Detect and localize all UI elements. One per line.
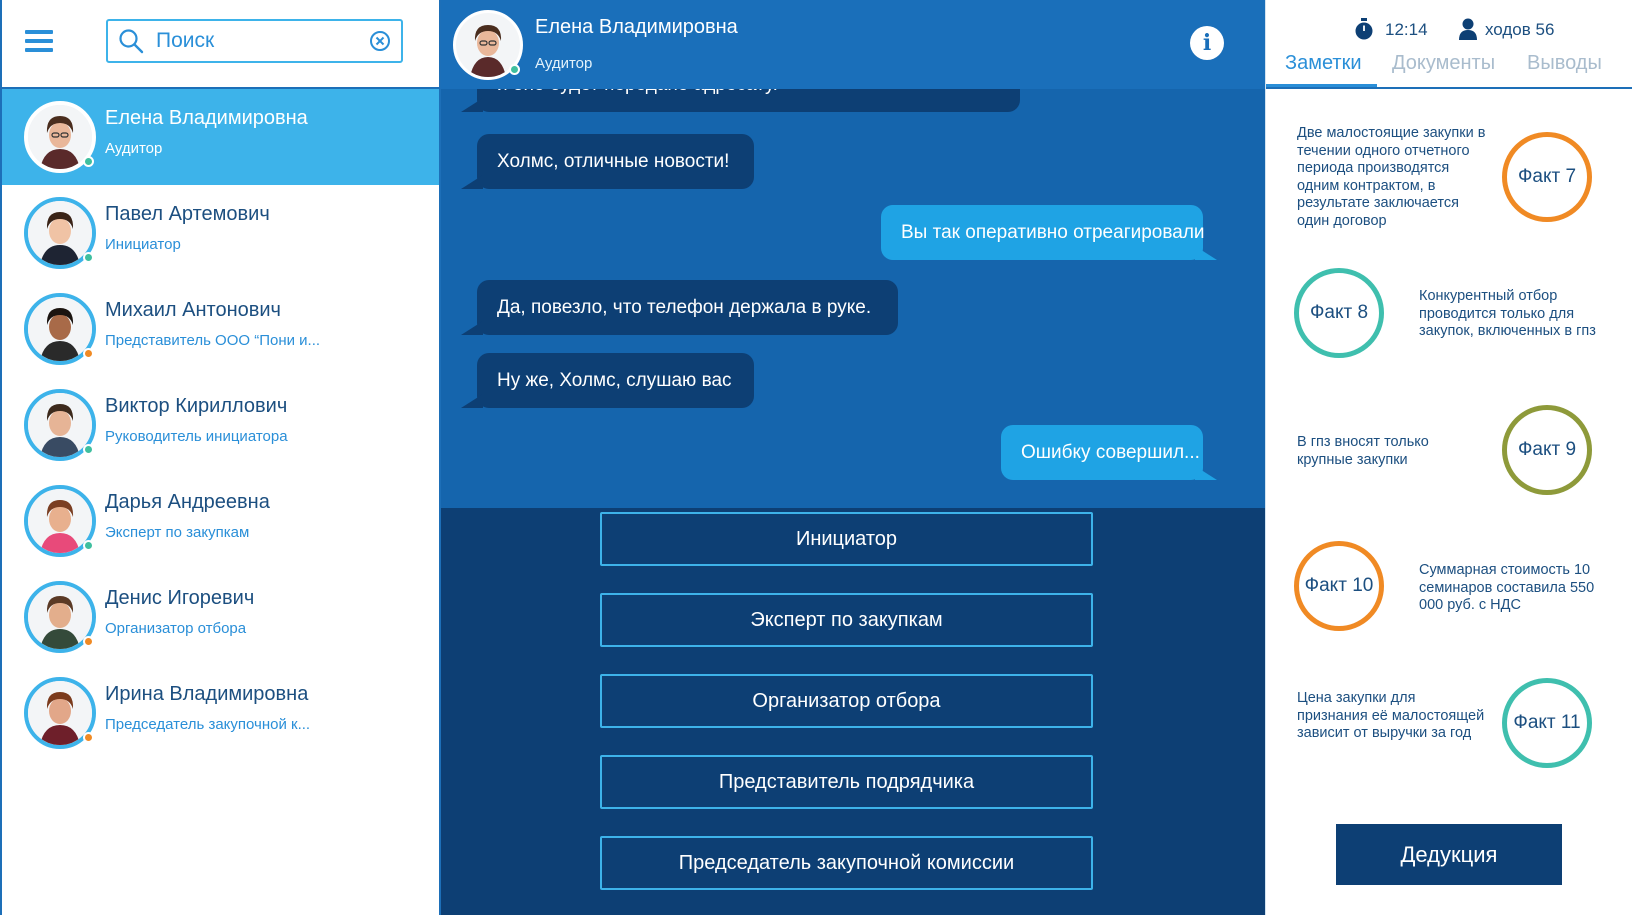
contact-name: Дарья Андреевна xyxy=(105,491,270,513)
status-dot xyxy=(83,636,94,647)
contact-item[interactable]: Павел Артемович Инициатор xyxy=(2,185,439,281)
contact-item[interactable]: Дарья Андреевна Эксперт по закупкам xyxy=(2,473,439,569)
fact-badge[interactable]: Факт 10 xyxy=(1294,541,1384,631)
avatar xyxy=(24,581,96,653)
contact-item[interactable]: Ирина Владимировна Председатель закупочн… xyxy=(2,665,439,761)
contact-item[interactable]: Денис Игоревич Организатор отбора xyxy=(2,569,439,665)
search-box[interactable] xyxy=(106,19,403,63)
notes-panel: 12:14 ходов 56 Заметки Документы Выводы … xyxy=(1265,0,1632,915)
answer-option-button[interactable]: Эксперт по закупкам xyxy=(600,593,1093,647)
incoming-message: Да, повезло, что телефон держала в руке. xyxy=(461,280,898,335)
deduction-button[interactable]: Дедукция xyxy=(1336,824,1562,885)
contact-name: Виктор Кириллович xyxy=(105,395,288,417)
fact-badge[interactable]: Факт 9 xyxy=(1502,405,1592,495)
search-icon xyxy=(119,29,144,54)
answer-option-button[interactable]: Организатор отбора xyxy=(600,674,1093,728)
contact-role: Организатор отбора xyxy=(105,620,247,637)
status-dot xyxy=(83,732,94,743)
avatar xyxy=(24,389,96,461)
online-status-dot xyxy=(509,64,520,75)
contact-item[interactable]: Елена Владимировна Аудитор xyxy=(2,89,439,185)
contact-role: Эксперт по закупкам xyxy=(105,524,250,541)
stopwatch-icon xyxy=(1355,18,1373,40)
status-dot xyxy=(83,348,94,359)
fact-description: Конкурентный отбор проводится только для… xyxy=(1419,288,1596,339)
tab-conclusions[interactable]: Выводы xyxy=(1527,52,1602,75)
menu-icon[interactable] xyxy=(25,30,53,52)
status-dot xyxy=(83,540,94,551)
avatar xyxy=(24,197,96,269)
person-icon xyxy=(1459,18,1477,40)
contact-name: Денис Игоревич xyxy=(105,587,255,609)
tab-documents[interactable]: Документы xyxy=(1392,52,1495,75)
fact-description: В гпз вносят только крупные закупки xyxy=(1297,434,1429,468)
chat-contact-name: Елена Владимировна xyxy=(535,16,738,38)
outgoing-message: Ошибку совершил... xyxy=(1001,425,1217,480)
active-tab-indicator xyxy=(1266,84,1377,87)
chat-avatar xyxy=(453,10,523,80)
contact-name: Ирина Владимировна xyxy=(105,683,309,705)
contacts-panel: Елена Владимировна Аудитор Павел Артемов… xyxy=(0,0,441,915)
outgoing-message: Вы так оперативно отреагировали xyxy=(881,205,1217,260)
status-dot xyxy=(83,252,94,263)
contact-name: Павел Артемович xyxy=(105,203,270,225)
contact-item[interactable]: Виктор Кириллович Руководитель инициатор… xyxy=(2,377,439,473)
fact-description: Цена закупки для признания её малостояще… xyxy=(1297,690,1485,741)
contact-name: Михаил Антонович xyxy=(105,299,281,321)
moves-counter: ходов 56 xyxy=(1485,20,1555,39)
search-input[interactable] xyxy=(156,25,356,57)
contact-role: Руководитель инициатора xyxy=(105,428,288,445)
info-button[interactable]: i xyxy=(1190,26,1224,60)
fact-badge[interactable]: Факт 7 xyxy=(1502,132,1592,222)
avatar xyxy=(24,485,96,557)
incoming-message: Холмс, отличные новости! xyxy=(461,134,754,189)
contact-name: Елена Владимировна xyxy=(105,107,308,129)
notes-header: 12:14 ходов 56 Заметки Документы Выводы xyxy=(1266,0,1632,89)
contacts-toolbar xyxy=(2,0,439,89)
chat-panel: и оно будет передано адресату.Холмс, отл… xyxy=(441,0,1265,915)
answer-options: Инициатор Эксперт по закупкам Организатор … xyxy=(441,508,1265,915)
tab-notes[interactable]: Заметки xyxy=(1285,52,1362,75)
incoming-message: Ну же, Холмс, слушаю вас xyxy=(461,353,754,408)
app-window: Елена Владимировна Аудитор Павел Артемов… xyxy=(0,0,1632,915)
contact-role: Инициатор xyxy=(105,236,181,253)
answer-option-button[interactable]: Председатель закупочной комиссии xyxy=(600,836,1093,890)
avatar xyxy=(24,293,96,365)
contact-role: Председатель закупочной к... xyxy=(105,716,311,733)
contact-role: Аудитор xyxy=(105,140,163,157)
contact-role: Представитель ООО “Пони и... xyxy=(105,332,321,349)
chat-contact-role: Аудитор xyxy=(535,55,593,72)
answer-option-button[interactable]: Представитель подрядчика xyxy=(600,755,1093,809)
fact-badge[interactable]: Факт 11 xyxy=(1502,678,1592,768)
chat-header: Елена Владимировна Аудитор i xyxy=(441,0,1265,89)
contact-list: Елена Владимировна Аудитор Павел Артемов… xyxy=(2,89,439,761)
avatar xyxy=(24,677,96,749)
contact-item[interactable]: Михаил Антонович Представитель ООО “Пони… xyxy=(2,281,439,377)
fact-description: Две малостоящие закупки в течении одного… xyxy=(1297,125,1486,229)
timer-value: 12:14 xyxy=(1385,20,1428,39)
status-dot xyxy=(83,444,94,455)
status-dot xyxy=(83,156,94,167)
clear-search-icon[interactable] xyxy=(369,30,391,52)
avatar xyxy=(24,101,96,173)
fact-badge[interactable]: Факт 8 xyxy=(1294,268,1384,358)
answer-option-button[interactable]: Инициатор xyxy=(600,512,1093,566)
fact-description: Суммарная стоимость 10 семинаров состави… xyxy=(1419,562,1595,613)
